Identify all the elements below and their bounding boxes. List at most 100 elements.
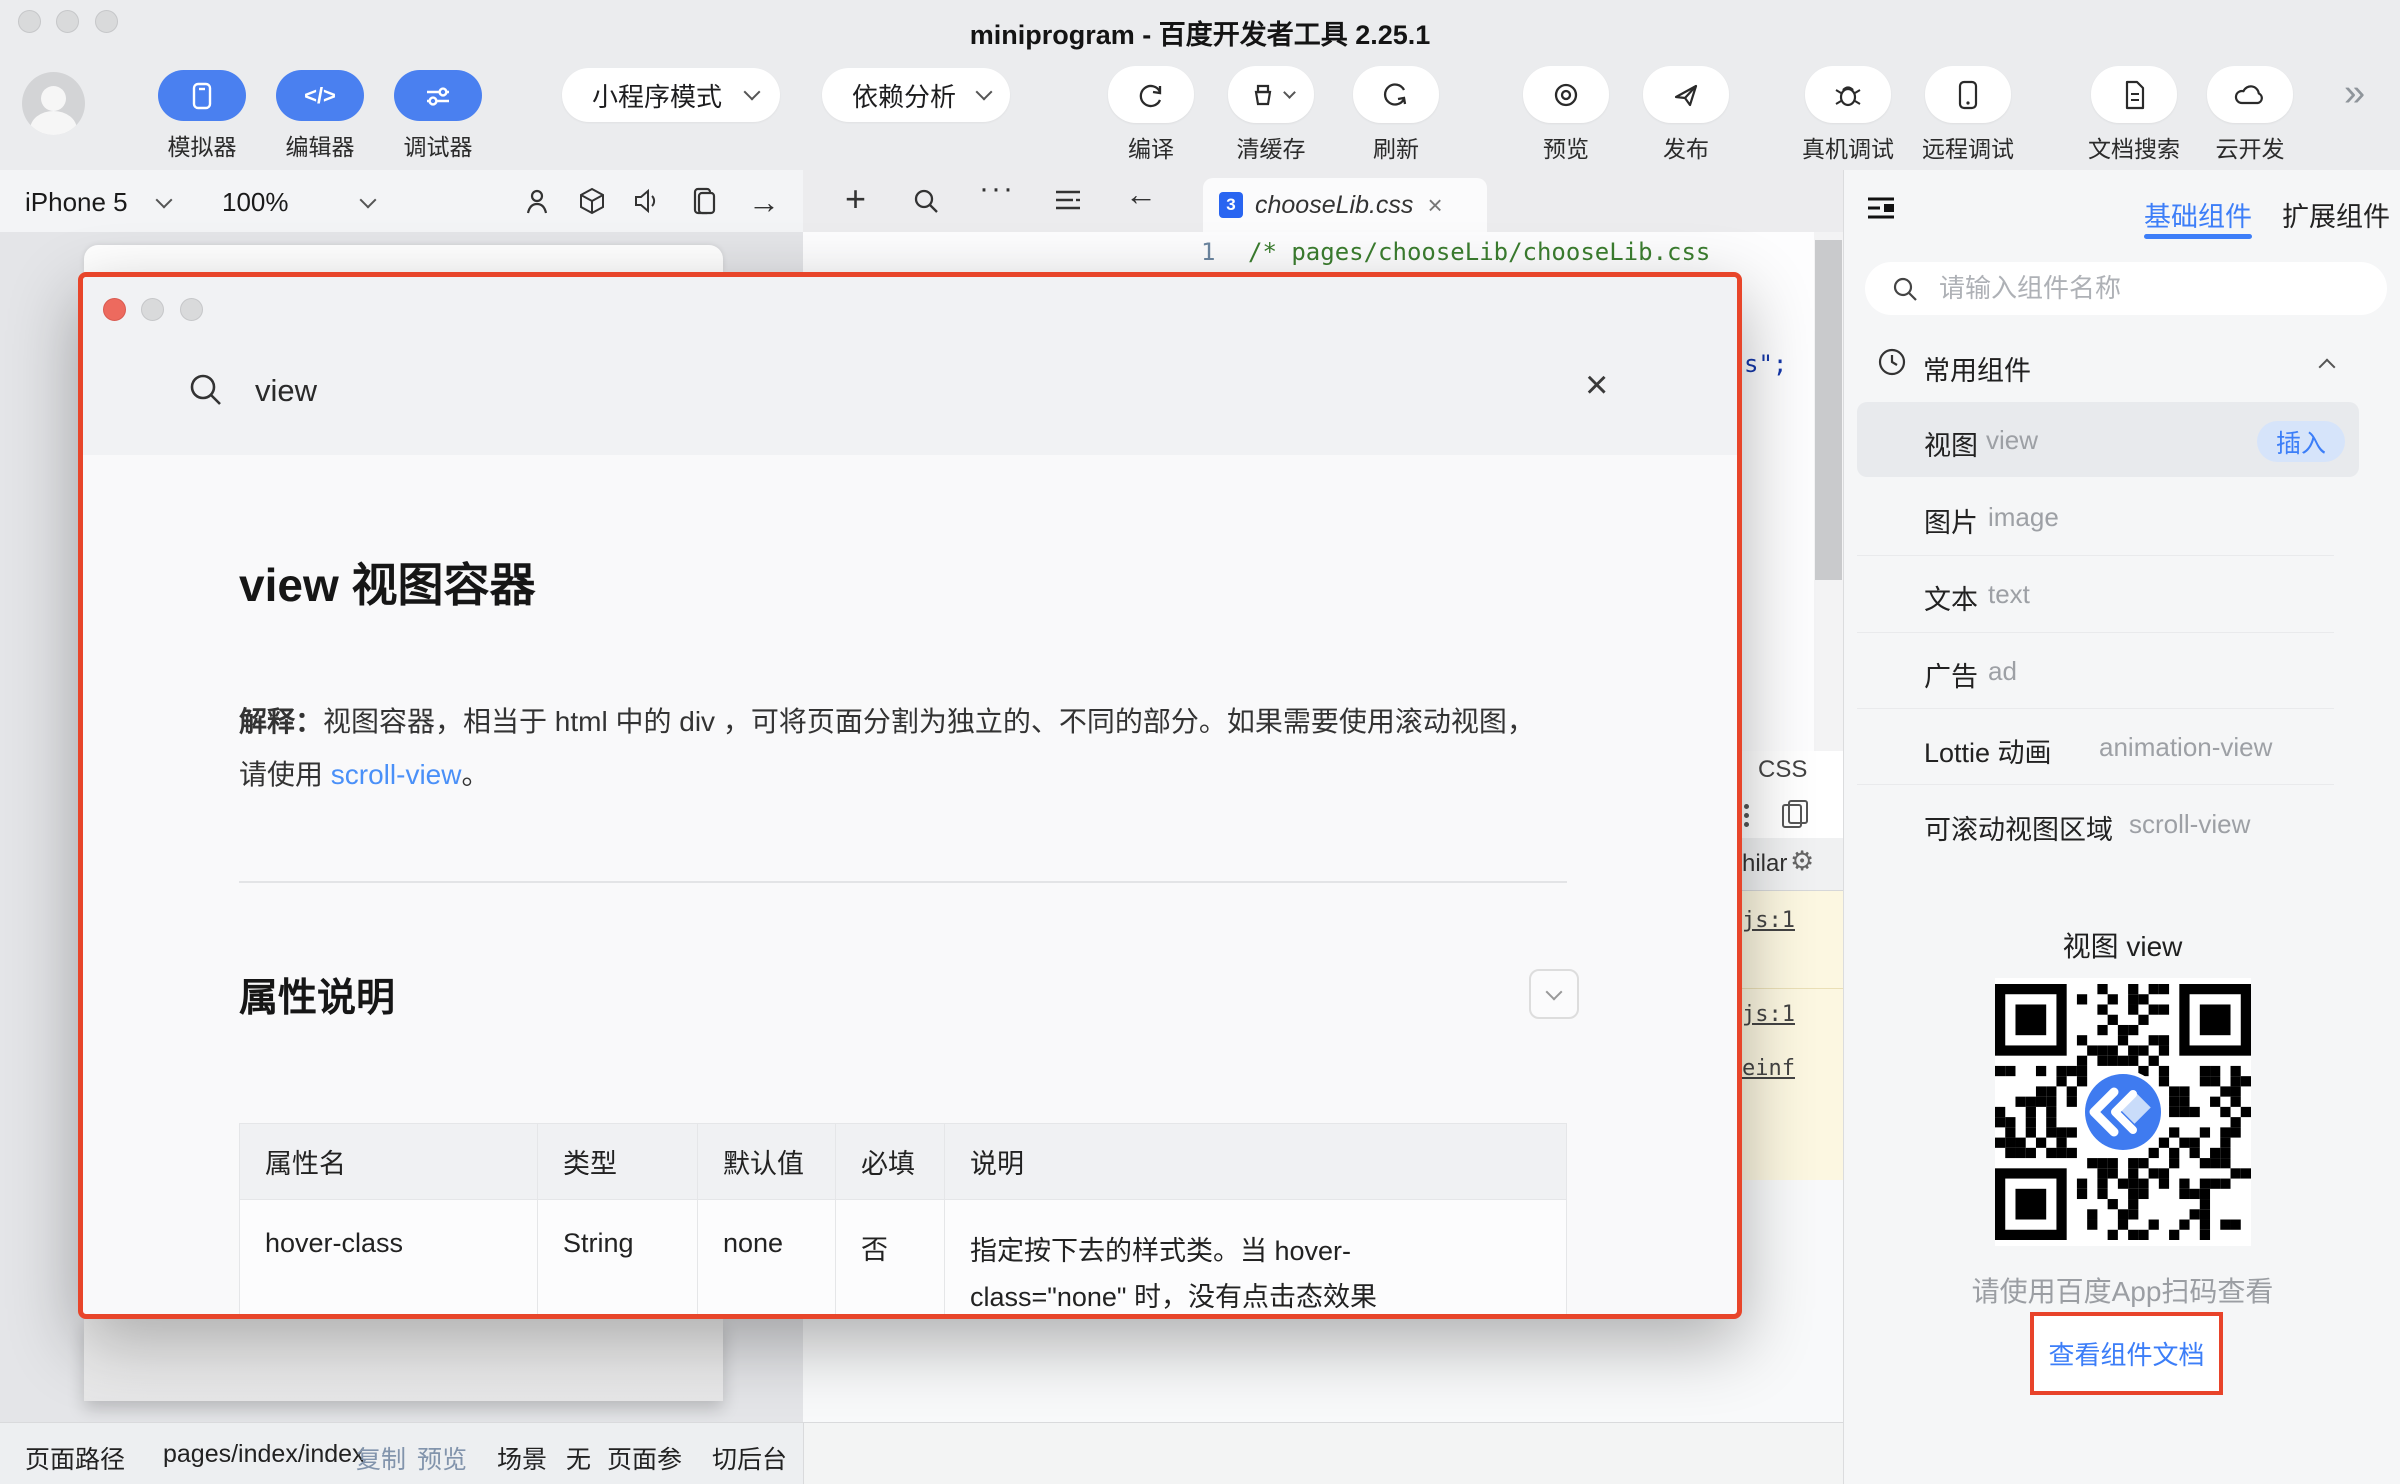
zoom-dropdown[interactable]: 100%: [222, 187, 289, 218]
publish-button[interactable]: [1643, 66, 1729, 123]
doc-search-label: 文档搜索: [2088, 136, 2180, 162]
rotate-device-icon[interactable]: [690, 186, 716, 216]
console-source-link[interactable]: js:1: [1742, 1002, 1795, 1027]
toolbar-overflow-button[interactable]: »: [2344, 72, 2365, 115]
simulator-toggle-label: 模拟器: [167, 134, 237, 160]
desc-label: 解释：: [239, 706, 324, 737]
row-separator: [1857, 632, 2334, 633]
view-component-doc-button[interactable]: 查看组件文档: [2030, 1312, 2223, 1395]
preview-label: 预览: [1543, 136, 1589, 162]
close-icon[interactable]: ×: [1427, 190, 1442, 221]
doc-search-input[interactable]: view: [255, 373, 317, 409]
col-attr-name: 属性名: [239, 1123, 538, 1200]
gear-icon[interactable]: ⚙: [1790, 846, 1814, 877]
refresh-button[interactable]: [1353, 66, 1439, 123]
component-doc-modal: view × view 视图容器 解释：视图容器，相当于 html 中的 div…: [78, 272, 1742, 1319]
copy-path-link[interactable]: 复制: [356, 1440, 406, 1476]
sound-icon[interactable]: [632, 188, 660, 214]
copy-icon[interactable]: [1782, 800, 1808, 828]
more-options-icon[interactable]: ···: [979, 172, 1015, 206]
preview-button[interactable]: [1523, 66, 1609, 123]
chevron-down-icon: [975, 83, 993, 101]
sliders-icon: [423, 83, 453, 109]
user-avatar[interactable]: [22, 72, 85, 135]
preview-path-link[interactable]: 预览: [417, 1440, 467, 1476]
cell-attr-name: hover-class: [239, 1199, 538, 1314]
phone-outline-icon: [1955, 79, 1981, 111]
publish-icon: [1670, 79, 1702, 111]
console-source-link[interactable]: einf: [1742, 1056, 1795, 1081]
device-dropdown[interactable]: iPhone 5: [25, 187, 128, 218]
mode-dropdown-value: 小程序模式: [592, 81, 723, 112]
tab-extended-components[interactable]: 扩展组件: [2282, 195, 2390, 234]
editor-toggle-button[interactable]: </>: [276, 70, 364, 121]
qr-caption: 请使用百度App扫码查看: [1971, 1276, 2274, 1307]
component-preview-title: 视图 view: [2062, 931, 2183, 962]
analysis-dropdown-value: 依赖分析: [852, 81, 957, 112]
editor-tab-chooselib-css[interactable]: 3 chooseLib.css ×: [1203, 178, 1487, 232]
component-search-input[interactable]: [1937, 272, 2341, 305]
page-param-button[interactable]: 页面参: [607, 1440, 682, 1476]
preview-icon: [1550, 79, 1582, 111]
debugger-toggle-label: 调试器: [403, 134, 473, 160]
collapse-section-button[interactable]: [1529, 969, 1579, 1019]
cloud-dev-label: 云开发: [2215, 136, 2285, 162]
mode-dropdown[interactable]: 小程序模式: [562, 68, 780, 122]
modal-zoom-button[interactable]: [180, 298, 203, 321]
close-icon[interactable]: ×: [1585, 365, 1608, 405]
tab-basic-components[interactable]: 基础组件: [2144, 195, 2252, 234]
outline-icon[interactable]: [1053, 188, 1083, 214]
simulator-toggle-button[interactable]: [158, 70, 246, 121]
status-bar-divider: [803, 1423, 804, 1484]
component-zh-label: 可滚动视图区域: [1924, 815, 2113, 845]
code-line-2-fragment: s";: [1744, 350, 1788, 378]
cube-icon[interactable]: [578, 186, 606, 216]
debugger-toggle-button[interactable]: [394, 70, 482, 121]
clear-cache-label: 清缓存: [1236, 136, 1306, 162]
component-zh-label: 视图: [1924, 431, 1978, 461]
bug-icon: [1832, 79, 1864, 111]
table-header-row: 属性名 类型 默认值 必填 说明: [239, 1123, 1567, 1200]
editor-scrollbar-thumb[interactable]: [1815, 240, 1842, 580]
remote-debug-button[interactable]: [1925, 66, 2011, 123]
console-source-link[interactable]: js:1: [1742, 908, 1795, 933]
modal-minimize-button[interactable]: [141, 298, 164, 321]
chevron-down-icon: [743, 83, 761, 101]
compile-button[interactable]: [1108, 66, 1194, 123]
devtools-tab-css[interactable]: CSS: [1758, 756, 1807, 784]
col-description: 说明: [944, 1123, 1567, 1200]
editor-tabbar: + ··· ← 3 chooseLib.css ×: [803, 170, 1843, 233]
props-table: 属性名 类型 默认值 必填 说明 hover-class String none…: [239, 1123, 1567, 1314]
insert-button[interactable]: 插入: [2257, 421, 2345, 462]
search-icon[interactable]: [911, 186, 941, 216]
window-title: miniprogram - 百度开发者工具 2.25.1: [969, 20, 1431, 50]
cell-required: 否: [835, 1199, 945, 1314]
code-icon: </>: [304, 82, 336, 108]
modal-close-button[interactable]: [103, 298, 126, 321]
to-background-button[interactable]: 切后台: [712, 1440, 787, 1476]
arrow-left-icon[interactable]: ←: [1125, 176, 1157, 213]
doc-search-button[interactable]: [2091, 66, 2177, 123]
devtools-filter-row: hilar ⚙: [1742, 838, 1843, 891]
kebab-menu-icon[interactable]: [1744, 804, 1749, 809]
clear-cache-button[interactable]: [1228, 66, 1314, 123]
chevron-up-icon[interactable]: [2318, 358, 2336, 376]
cloud-dev-button[interactable]: [2207, 66, 2293, 123]
new-file-icon[interactable]: +: [845, 178, 866, 220]
device-debug-button[interactable]: [1805, 66, 1891, 123]
component-search-box[interactable]: [1865, 262, 2387, 315]
account-icon[interactable]: [523, 186, 551, 216]
cell-type: String: [537, 1199, 698, 1314]
refresh-icon: [1380, 79, 1412, 111]
arrow-right-icon[interactable]: →: [748, 184, 780, 221]
scroll-view-link[interactable]: scroll-view: [331, 759, 462, 790]
simulator-device-top: [84, 245, 723, 272]
status-bar: 页面路径 pages/index/index 复制 预览 场景 无 页面参 切后…: [0, 1422, 1843, 1484]
analysis-dropdown[interactable]: 依赖分析: [822, 68, 1010, 122]
row-separator: [1857, 555, 2334, 556]
scene-value[interactable]: 无: [566, 1440, 591, 1476]
panel-layout-icon[interactable]: [1866, 196, 1896, 220]
component-zh-label: 广告: [1924, 662, 1978, 692]
component-en-label: image: [1988, 502, 2059, 532]
remote-debug-label: 远程调试: [1922, 136, 2014, 162]
